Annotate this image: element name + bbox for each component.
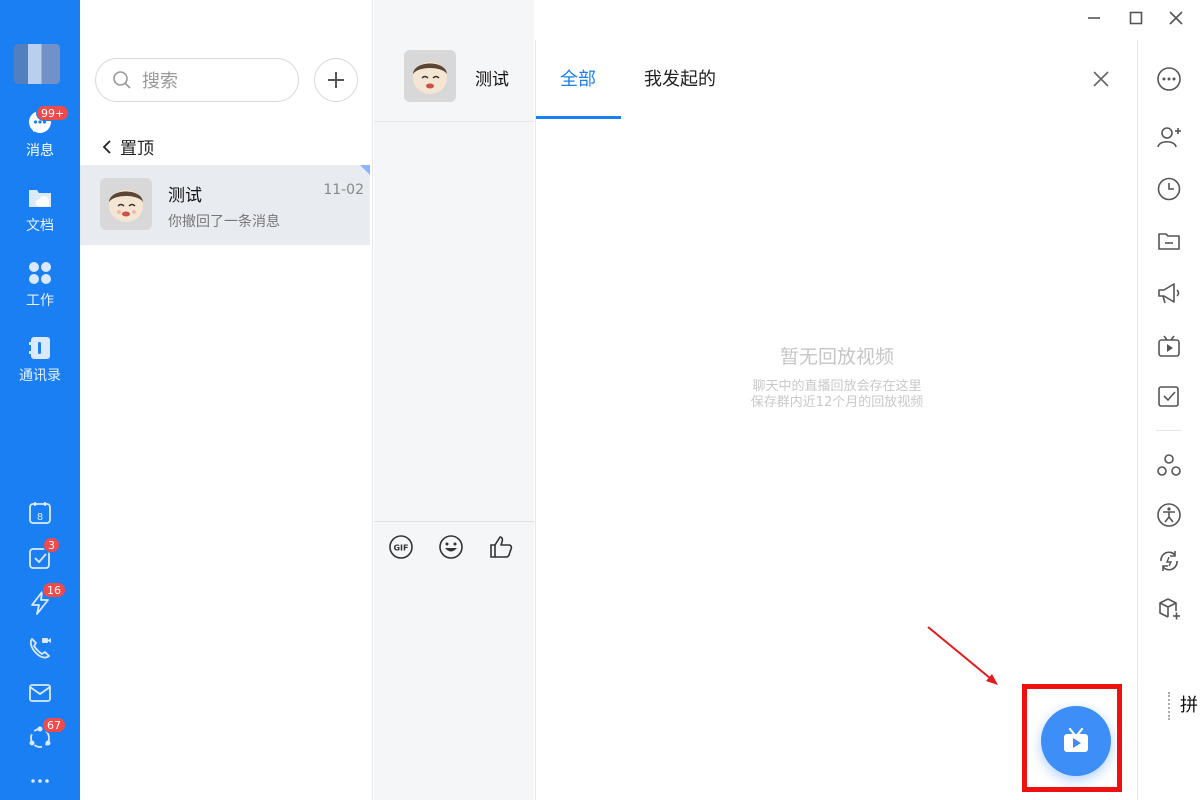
nav-item-messages[interactable]: 消息 99+ xyxy=(0,105,80,160)
plus-icon xyxy=(328,72,344,88)
list-item[interactable]: 测试 11-02 你撤回了一条消息 xyxy=(80,165,370,245)
start-live-button[interactable] xyxy=(1041,706,1111,776)
phone-video-icon xyxy=(29,638,51,659)
chevron-left-icon xyxy=(102,139,111,154)
gif-icon[interactable]: GIF xyxy=(388,534,414,560)
history-clock-icon[interactable] xyxy=(1156,176,1182,202)
thumbs-up-icon[interactable] xyxy=(488,534,514,560)
add-button[interactable] xyxy=(314,58,358,102)
pinned-label: 置顶 xyxy=(120,139,154,159)
more-button[interactable] xyxy=(0,768,80,794)
nav-label: 通讯录 xyxy=(19,368,61,384)
unread-badge: 99+ xyxy=(36,105,70,121)
nav-item-work[interactable]: 工作 xyxy=(0,260,80,310)
app-window: 消息 99+ 文档 工作 通讯录 8 3 16 67 搜索 置顶 测试 11-0… xyxy=(0,0,1200,800)
nav-label: 消息 xyxy=(26,143,54,159)
contacts-book-icon xyxy=(29,337,50,359)
lightning-badge: 16 xyxy=(42,582,66,598)
chat-preview: 你撤回了一条消息 xyxy=(168,214,280,230)
tv-play-icon xyxy=(1064,728,1088,752)
empty-state-line: 保存群内近12个月的回放视频 xyxy=(750,395,924,410)
conversation-list: 搜索 置顶 测试 11-02 你撤回了一条消息 xyxy=(80,0,373,800)
ime-indicator: 拼 xyxy=(1168,692,1200,720)
nav-item-contacts[interactable]: 通讯录 xyxy=(0,335,80,385)
calendar-icon: 8 xyxy=(29,502,51,524)
chat-header-avatar[interactable] xyxy=(404,50,456,102)
annotation-arrow xyxy=(927,626,998,685)
minimize-icon[interactable] xyxy=(1086,10,1102,26)
todo-badge: 3 xyxy=(43,537,60,553)
grid-apps-icon xyxy=(29,262,51,284)
add-app-cube-icon[interactable] xyxy=(1156,596,1182,622)
network-badge: 67 xyxy=(42,717,66,733)
announcement-icon[interactable] xyxy=(1156,280,1182,306)
svg-text:GIF: GIF xyxy=(393,544,408,553)
empty-state-line: 聊天中的直播回放会存在这里 xyxy=(752,379,922,394)
right-tool-rail xyxy=(1137,40,1200,800)
nav-label: 工作 xyxy=(26,293,54,309)
chat-title: 测试 xyxy=(475,70,509,90)
chat-avatar xyxy=(100,178,152,230)
live-replay-tv-icon[interactable] xyxy=(1156,334,1182,360)
pinned-section-toggle[interactable]: 置顶 xyxy=(102,134,154,159)
cartoon-avatar-icon xyxy=(100,178,152,230)
nav-item-docs[interactable]: 文档 xyxy=(0,185,80,235)
emoji-icon[interactable] xyxy=(438,534,464,560)
rail-divider xyxy=(1156,430,1182,431)
search-icon xyxy=(113,71,131,89)
left-nav: 消息 99+ 文档 工作 通讯录 8 3 16 67 xyxy=(0,0,80,800)
chat-time: 11-02 xyxy=(323,182,364,198)
todo-button[interactable]: 3 xyxy=(0,537,80,571)
more-options-icon[interactable] xyxy=(1156,66,1182,92)
add-member-icon[interactable] xyxy=(1156,124,1182,150)
avatar[interactable] xyxy=(14,44,60,84)
folder-icon[interactable] xyxy=(1156,228,1182,254)
mail-button[interactable] xyxy=(0,680,80,706)
cartoon-avatar-icon xyxy=(404,50,456,102)
search-input[interactable]: 搜索 xyxy=(95,58,299,102)
chat-input-toolbar: GIF xyxy=(374,521,534,581)
network-button[interactable]: 67 xyxy=(0,717,80,751)
maximize-icon[interactable] xyxy=(1128,10,1144,26)
pinned-corner-marker xyxy=(360,165,370,175)
chat-name: 测试 xyxy=(168,186,202,206)
more-dots-icon xyxy=(31,779,49,783)
task-check-icon[interactable] xyxy=(1156,384,1182,410)
group-apps-icon[interactable] xyxy=(1156,452,1182,478)
calendar-day: 8 xyxy=(37,512,43,523)
tab-all[interactable]: 全部 xyxy=(560,65,596,91)
call-button[interactable] xyxy=(0,635,80,661)
sync-refresh-icon[interactable] xyxy=(1156,548,1182,574)
active-tab-indicator xyxy=(536,116,621,119)
chat-pane: 测试 GIF xyxy=(374,0,534,800)
calendar-button[interactable]: 8 xyxy=(0,500,80,526)
close-icon[interactable] xyxy=(1092,70,1110,88)
search-placeholder: 搜索 xyxy=(142,71,178,92)
mail-icon xyxy=(29,684,51,702)
close-window-icon[interactable] xyxy=(1168,10,1184,26)
nav-label: 文档 xyxy=(26,218,54,234)
cloud-folder-icon xyxy=(29,190,51,207)
accessibility-icon[interactable] xyxy=(1156,502,1182,528)
empty-state-title: 暂无回放视频 xyxy=(779,346,894,368)
lightning-button[interactable]: 16 xyxy=(0,582,80,616)
tab-bar: 全部 我发起的 xyxy=(536,40,1138,120)
replay-panel: 全部 我发起的 暂无回放视频 聊天中的直播回放会存在这里 保存群内近12个月的回… xyxy=(535,40,1137,800)
chat-header: 测试 xyxy=(374,40,534,122)
tab-initiated-by-me[interactable]: 我发起的 xyxy=(644,65,716,91)
